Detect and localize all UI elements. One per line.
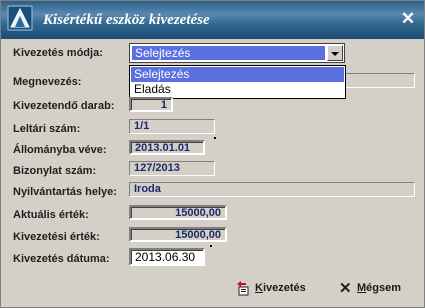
date-marker (210, 245, 212, 247)
name-label: Megnevezés: (13, 76, 82, 88)
voucher-no-field[interactable]: 127/2013 (129, 161, 215, 176)
disposal-date-label: Kivezetés dátuma: (13, 253, 110, 265)
quantity-label: Kivezetendő darab: (13, 100, 115, 112)
close-icon[interactable]: ✕ (399, 10, 417, 28)
dispose-label: ivezetés (262, 282, 306, 294)
disposal-date-input[interactable]: 2013.06.30 (129, 248, 205, 266)
disposal-value-label: Kivezetési érték: (13, 231, 100, 243)
option-eladas[interactable]: Eladás (131, 82, 344, 97)
mode-select[interactable]: Selejtezés (129, 43, 345, 63)
mode-selected-value: Selejtezés (132, 46, 325, 60)
cancel-accel: M (357, 282, 367, 294)
location-field[interactable]: Iroda (129, 182, 415, 197)
app-logo-icon (7, 5, 33, 31)
dialog-window: Kisértékű eszköz kivezetése ✕ Kivezetés … (0, 0, 425, 308)
stock-date-field[interactable]: 2013.01.01 (129, 140, 205, 155)
cancel-icon: ✕ (339, 280, 352, 297)
chevron-down-icon (331, 52, 339, 56)
date-marker (214, 137, 216, 139)
location-label: Nyilvántartás helye: (13, 186, 117, 198)
title-bar[interactable]: Kisértékű eszköz kivezetése ✕ (1, 1, 424, 39)
dispose-accel: K (255, 282, 263, 294)
dropdown-button[interactable] (327, 45, 343, 61)
current-value-field[interactable]: 15000,00 (129, 205, 227, 220)
disposal-value-field[interactable]: 15000,00 (129, 227, 227, 242)
dispose-icon (237, 281, 249, 296)
dispose-button[interactable]: Kivezetés (235, 281, 306, 296)
option-selejtezes[interactable]: Selejtezés (131, 67, 344, 82)
voucher-no-label: Bizonylat szám: (13, 165, 97, 177)
quantity-field[interactable]: 1 (129, 97, 173, 112)
window-title: Kisértékű eszköz kivezetése (43, 12, 210, 28)
cancel-button[interactable]: ✕ Mégsem (339, 280, 402, 297)
mode-label: Kivezetés módja: (13, 47, 103, 59)
inventory-no-label: Leltári szám: (13, 123, 81, 135)
stock-date-label: Állományba véve: (13, 144, 107, 156)
current-value-label: Aktuális érték: (13, 209, 89, 221)
cancel-label: égsem (366, 282, 402, 294)
inventory-no-field[interactable]: 1/1 (129, 119, 215, 134)
mode-dropdown-list: Selejtezés Eladás (129, 65, 346, 99)
